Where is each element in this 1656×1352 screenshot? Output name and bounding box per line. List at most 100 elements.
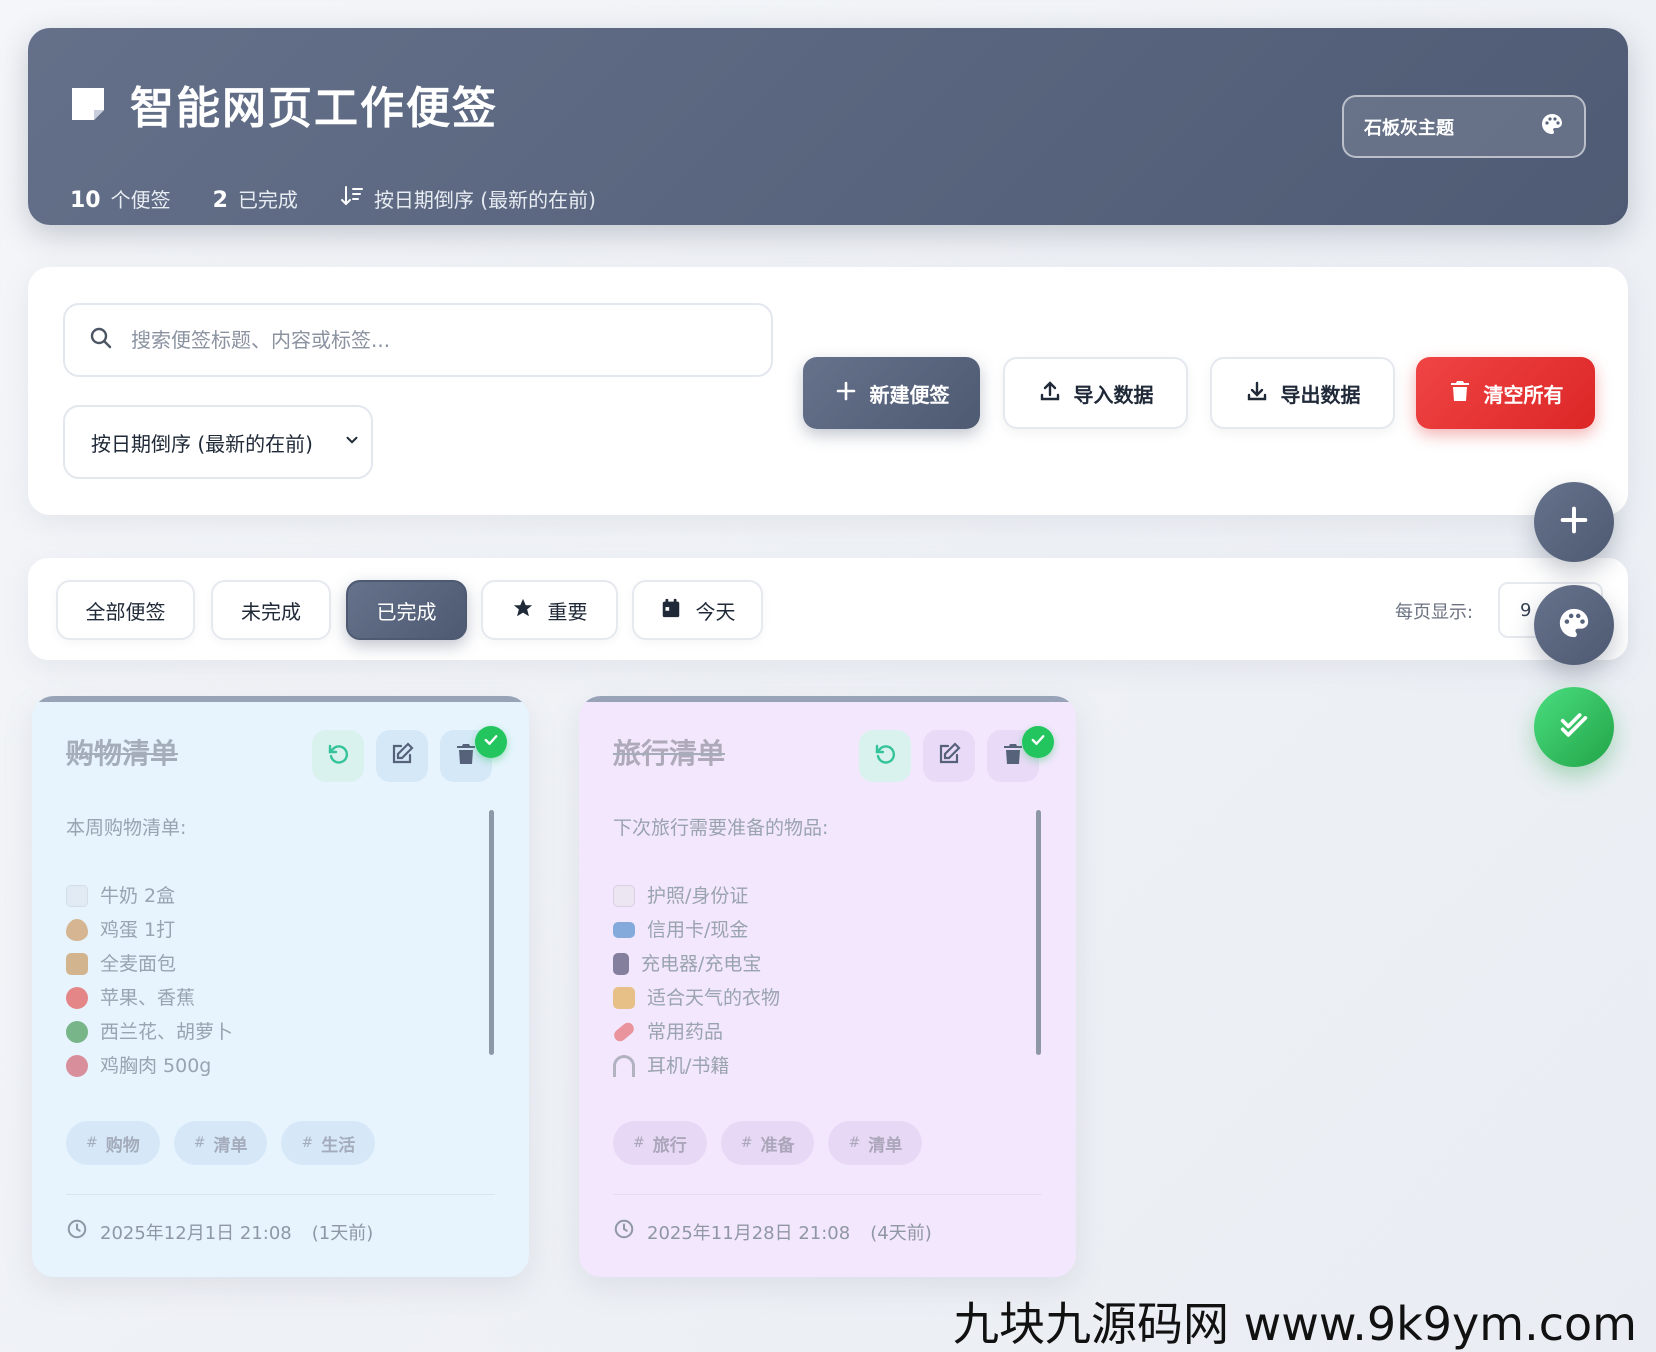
- sort-stat-label: 按日期倒序 (最新的在前): [373, 188, 596, 212]
- filter-undone[interactable]: 未完成: [211, 580, 331, 640]
- double-check-icon: [1557, 708, 1591, 746]
- undo-button[interactable]: [859, 730, 911, 782]
- upload-icon: [1038, 379, 1062, 408]
- tag-list: # 旅行 # 准备 # 清单: [613, 1121, 923, 1165]
- divider: [66, 1194, 495, 1195]
- filter-important-label: 重要: [547, 599, 588, 624]
- filter-today-label: 今天: [695, 599, 736, 624]
- per-page-label: 每页显示:: [1395, 602, 1474, 623]
- per-page-value: 9: [1520, 599, 1532, 621]
- headphones-icon: [613, 1055, 635, 1077]
- list-item: 鸡蛋 1打: [66, 913, 466, 947]
- list-item: 耳机/书籍: [613, 1049, 1013, 1083]
- clothes-icon: [613, 987, 635, 1009]
- new-note-label: 新建便签: [869, 382, 950, 407]
- filter-done[interactable]: 已完成: [346, 580, 467, 640]
- scrollbar[interactable]: [1036, 810, 1041, 1055]
- meat-icon: [66, 1055, 88, 1077]
- app-header: 智能网页工作便签 10 个便签 2 已完成 按日期倒序 (最新的在前) 石板灰主…: [28, 28, 1628, 225]
- tag[interactable]: # 购物: [66, 1121, 160, 1165]
- pill-icon: [611, 1020, 637, 1044]
- note-content: 本周购物清单: 牛奶 2盒 鸡蛋 1打 全麦面包 苹果、香蕉 西兰花、胡萝卜 鸡…: [66, 811, 466, 1083]
- charger-icon: [613, 953, 629, 975]
- clear-all-label: 清空所有: [1483, 382, 1564, 407]
- toolbar-panel: 按日期倒序 (最新的在前) 新建便签 导入数据 导出数据 清空所有: [28, 267, 1628, 515]
- import-label: 导入数据: [1073, 382, 1154, 407]
- list-item-text: 耳机/书籍: [647, 1055, 730, 1077]
- note-top-bar: [32, 696, 529, 702]
- clock-icon: [66, 1218, 88, 1245]
- note-meta: 2025年11月28日 21:08 (4天前): [613, 1218, 932, 1245]
- clock-icon: [613, 1218, 635, 1245]
- tag-label: 准备: [760, 1135, 795, 1156]
- broccoli-icon: [66, 1021, 88, 1043]
- list-item-text: 常用药品: [647, 1021, 724, 1043]
- divider: [613, 1194, 1042, 1195]
- tag[interactable]: # 准备: [720, 1121, 815, 1165]
- tag[interactable]: # 清单: [828, 1121, 923, 1165]
- tag-label: 清单: [213, 1135, 248, 1156]
- scrollbar[interactable]: [489, 810, 494, 1055]
- search-input[interactable]: [131, 328, 731, 352]
- watermark-text: 九块九源码网 www.9k9ym.com: [953, 1297, 1637, 1351]
- export-label: 导出数据: [1280, 382, 1361, 407]
- list-item: 牛奶 2盒: [66, 879, 466, 913]
- clear-all-button[interactable]: 清空所有: [1416, 357, 1595, 429]
- filter-all-label: 全部便签: [85, 599, 166, 624]
- milk-icon: [66, 885, 88, 907]
- tag-label: 购物: [105, 1135, 140, 1156]
- egg-icon: [66, 919, 88, 941]
- list-item: 常用药品: [611, 1015, 1013, 1049]
- star-icon: [512, 597, 534, 624]
- note-ago: (4天前): [870, 1222, 932, 1244]
- search-box[interactable]: [63, 303, 773, 377]
- list-item-text: 西兰花、胡萝卜: [100, 1021, 234, 1043]
- done-count-label: 已完成: [237, 188, 298, 212]
- sort-stat: 按日期倒序 (最新的在前): [340, 184, 596, 213]
- sort-select-value: 按日期倒序 (最新的在前): [91, 431, 313, 456]
- note-title: 购物清单: [66, 737, 179, 770]
- notes-count: 10: [70, 188, 101, 213]
- list-item-text: 信用卡/现金: [647, 919, 749, 941]
- list-item-text: 全麦面包: [100, 953, 177, 975]
- list-item-text: 鸡胸肉 500g: [100, 1055, 212, 1077]
- undo-button[interactable]: [312, 730, 364, 782]
- filter-bar: 全部便签 未完成 已完成 重要 今天 每页显示: 9: [28, 558, 1628, 660]
- edit-button[interactable]: [376, 730, 428, 782]
- import-button[interactable]: 导入数据: [1003, 357, 1188, 429]
- note-card[interactable]: 购物清单 本周购物清单: 牛奶 2盒 鸡蛋 1打 全麦面包 苹果、香蕉 西兰花、…: [32, 696, 529, 1277]
- app-title: 智能网页工作便签: [130, 83, 498, 134]
- notes-count-stat: 10 个便签: [70, 184, 171, 213]
- new-note-button[interactable]: 新建便签: [803, 357, 980, 429]
- title-row: 智能网页工作便签: [68, 72, 498, 136]
- done-count-stat: 2 已完成: [213, 184, 298, 213]
- theme-button[interactable]: 石板灰主题: [1342, 95, 1586, 158]
- filter-undone-label: 未完成: [241, 599, 301, 624]
- trash-icon: [1448, 379, 1472, 408]
- theme-button-label: 石板灰主题: [1364, 117, 1454, 139]
- fab-add-button[interactable]: [1534, 482, 1614, 562]
- note-intro: 下次旅行需要准备的物品:: [613, 817, 829, 839]
- undo-icon: [873, 742, 897, 770]
- filter-important[interactable]: 重要: [481, 580, 618, 640]
- note-actions: [859, 730, 1039, 782]
- filter-today[interactable]: 今天: [632, 580, 763, 640]
- check-icon: [482, 731, 500, 753]
- note-card[interactable]: 旅行清单 下次旅行需要准备的物品: 护照/身份证 信用卡/现金 充电器/充电宝 …: [579, 696, 1076, 1277]
- sort-select[interactable]: 按日期倒序 (最新的在前): [63, 405, 373, 479]
- trash-icon: [1001, 742, 1025, 770]
- check-icon: [1029, 731, 1047, 753]
- edit-button[interactable]: [923, 730, 975, 782]
- tag[interactable]: # 清单: [173, 1121, 268, 1165]
- notes-count-label: 个便签: [110, 188, 171, 212]
- list-item: 适合天气的衣物: [613, 981, 1013, 1015]
- tag[interactable]: # 生活: [281, 1121, 376, 1165]
- list-item: 护照/身份证: [613, 879, 1013, 913]
- fab-theme-button[interactable]: [1534, 585, 1614, 665]
- list-item-text: 鸡蛋 1打: [100, 919, 176, 941]
- tag[interactable]: # 旅行: [613, 1121, 707, 1165]
- filter-all[interactable]: 全部便签: [56, 580, 195, 640]
- done-count: 2: [212, 188, 228, 213]
- fab-complete-button[interactable]: [1534, 687, 1614, 767]
- export-button[interactable]: 导出数据: [1210, 357, 1395, 429]
